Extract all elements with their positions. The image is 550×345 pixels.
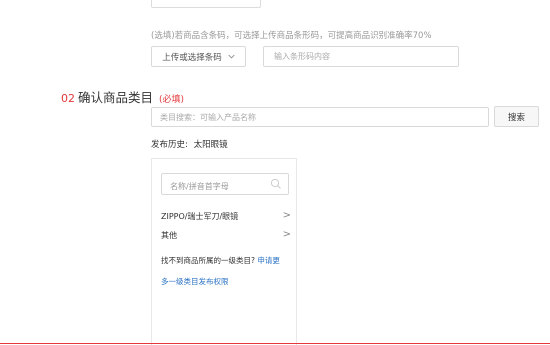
category-search-input[interactable] xyxy=(151,107,489,127)
publish-history: 发布历史: 太阳眼镜 xyxy=(151,138,228,150)
previous-section-button[interactable] xyxy=(151,0,261,8)
section-number: 02 xyxy=(61,92,75,105)
bottom-divider xyxy=(0,343,550,344)
category-item-label: ZIPPO/瑞士军刀/眼镜 xyxy=(161,211,239,221)
search-button[interactable]: 搜索 xyxy=(494,106,539,127)
chevron-down-icon xyxy=(228,54,235,59)
barcode-input[interactable] xyxy=(263,46,459,67)
history-label: 发布历史: xyxy=(151,140,188,150)
chevron-right-icon: > xyxy=(282,210,291,221)
search-icon[interactable] xyxy=(270,178,282,190)
category-item-label: 其他 xyxy=(161,230,177,240)
barcode-hint: (选填)若商品含条码，可选择上传商品条形码，可提高商品识别准确率70% xyxy=(151,31,432,41)
notfound-text: 找不到商品所属的一级类目? xyxy=(161,256,255,265)
history-item[interactable]: 太阳眼镜 xyxy=(194,140,228,150)
panel-search-input[interactable] xyxy=(162,176,262,197)
category-section-title: 02 确认商品类目 (必填) xyxy=(61,87,184,106)
category-item[interactable]: ZIPPO/瑞士军刀/眼镜 > xyxy=(161,209,291,223)
chevron-right-icon: > xyxy=(282,229,291,240)
category-panel: ZIPPO/瑞士军刀/眼镜 > 其他 > 找不到商品所属的一级类目? 申请更 多… xyxy=(151,158,297,345)
apply-link[interactable]: 申请更 xyxy=(257,256,280,265)
required-badge: (必填) xyxy=(159,95,185,105)
multi-level-permission-link[interactable]: 多一级类目发布权限 xyxy=(161,276,229,287)
category-item[interactable]: 其他 > xyxy=(161,228,291,242)
upload-barcode-label: 上传或选择条码 xyxy=(162,52,222,63)
panel-search xyxy=(161,173,289,197)
category-notfound: 找不到商品所属的一级类目? 申请更 xyxy=(161,255,280,266)
upload-barcode-dropdown[interactable]: 上传或选择条码 xyxy=(151,46,246,67)
section-heading: 确认商品类目 xyxy=(78,90,154,105)
